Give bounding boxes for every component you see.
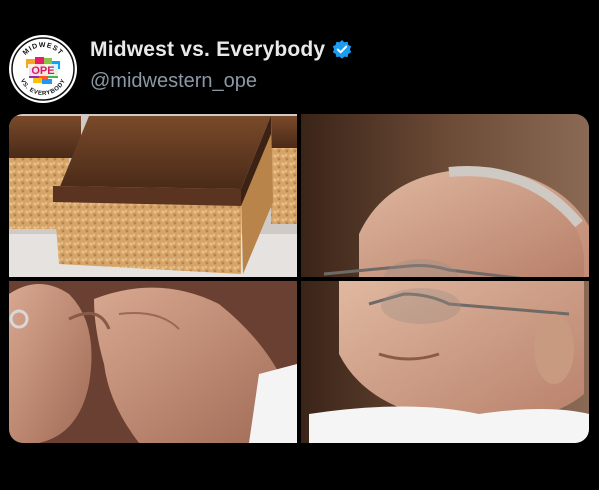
post-header: MIDWEST VS. EVERYBODY OPE Midwest vs. Ev… — [0, 0, 599, 110]
hands-image — [9, 281, 297, 443]
grid-divider-horizontal — [9, 277, 589, 281]
avatar-logo-icon: MIDWEST VS. EVERYBODY OPE — [10, 36, 76, 102]
author-display-name[interactable]: Midwest vs. Everybody — [90, 38, 325, 62]
author-name-row: Midwest vs. Everybody — [90, 38, 353, 62]
verified-badge-icon — [331, 39, 353, 61]
media-grid[interactable] — [9, 114, 589, 443]
avatar-center-text: OPE — [31, 65, 54, 77]
author-handle[interactable]: @midwestern_ope — [90, 70, 257, 93]
man-face-image — [301, 281, 589, 443]
author-avatar[interactable]: MIDWEST VS. EVERYBODY OPE — [9, 35, 77, 103]
rice-krispie-bars-image — [9, 114, 297, 277]
